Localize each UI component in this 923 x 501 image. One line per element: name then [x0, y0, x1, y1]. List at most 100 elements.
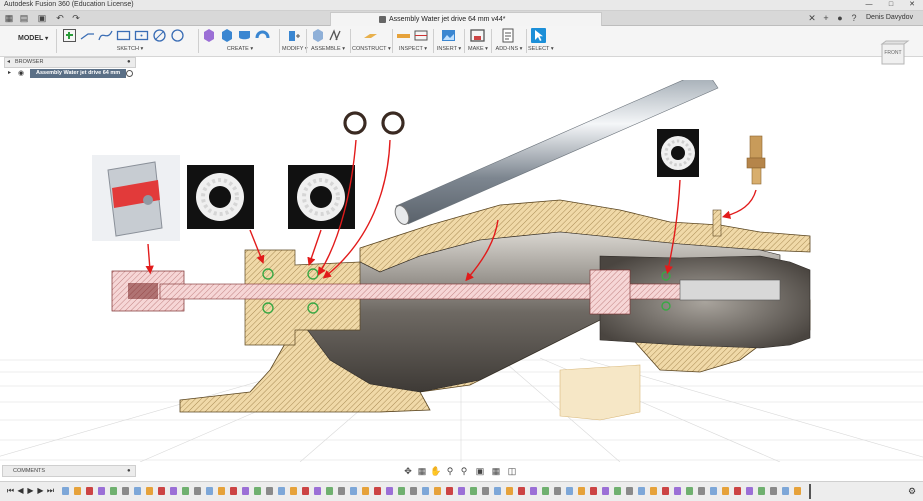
grid-settings-icon[interactable]: ▦	[490, 465, 502, 477]
workspace-switcher[interactable]: MODEL ▾	[18, 35, 48, 42]
pin-icon[interactable]: ●	[127, 58, 131, 67]
file-menu-icon[interactable]: ▤	[18, 12, 30, 24]
timeline-feature-icon[interactable]	[386, 487, 393, 495]
step-forward-icon[interactable]: ▶	[36, 486, 45, 496]
rectangle-icon[interactable]	[116, 28, 131, 43]
timeline-feature-icon[interactable]	[278, 487, 285, 495]
timeline-feature-icon[interactable]	[62, 487, 69, 495]
timeline-feature-icon[interactable]	[446, 487, 453, 495]
make-menu[interactable]: MAKE ▾	[467, 46, 489, 52]
insert-image-icon[interactable]	[441, 28, 456, 43]
line-icon[interactable]	[80, 28, 95, 43]
center-rectangle-icon[interactable]	[134, 28, 149, 43]
look-at-icon[interactable]: ▦	[416, 465, 428, 477]
timeline-feature-icon[interactable]	[134, 487, 141, 495]
timeline-feature-icon[interactable]	[614, 487, 621, 495]
timeline-feature-icon[interactable]	[686, 487, 693, 495]
timeline-feature-icon[interactable]	[290, 487, 297, 495]
timeline-feature-icon[interactable]	[86, 487, 93, 495]
user-name[interactable]: Denis Davydov	[866, 12, 913, 24]
timeline-feature-icon[interactable]	[782, 487, 789, 495]
water-intake-fitting[interactable]	[712, 209, 722, 237]
timeline-feature-icon[interactable]	[710, 487, 717, 495]
timeline-feature-icon[interactable]	[602, 487, 609, 495]
minimize-button[interactable]: —	[860, 0, 878, 10]
timeline-feature-icon[interactable]	[338, 487, 345, 495]
timeline-feature-icon[interactable]	[206, 487, 213, 495]
add-comment-icon[interactable]: ●	[127, 466, 131, 476]
timeline-feature-icon[interactable]	[122, 487, 129, 495]
modify-menu[interactable]: MODIFY ▾	[282, 46, 308, 52]
slot-icon[interactable]	[152, 28, 167, 43]
timeline-feature-icon[interactable]	[410, 487, 417, 495]
expand-arrow-icon[interactable]: ▸	[8, 69, 11, 78]
timeline-feature-icon[interactable]	[566, 487, 573, 495]
new-component-icon[interactable]	[201, 28, 216, 43]
timeline-feature-icon[interactable]	[422, 487, 429, 495]
sweep-icon[interactable]	[255, 28, 270, 43]
browser-header[interactable]: BROWSER ◂ ●	[4, 57, 136, 68]
undo-icon[interactable]: ↶	[54, 12, 66, 24]
activate-radio-icon[interactable]	[126, 70, 133, 77]
zoom-icon[interactable]: ⚲	[444, 465, 456, 477]
add-ins-menu[interactable]: ADD-INS ▾	[494, 46, 524, 52]
comments-panel[interactable]: COMMENTS ●	[2, 465, 136, 477]
timeline-feature-icon[interactable]	[98, 487, 105, 495]
visibility-eye-icon[interactable]: ◉	[18, 69, 24, 78]
document-tab[interactable]: Assembly Water jet drive 64 mm v44*	[330, 12, 602, 26]
timeline-feature-icon[interactable]	[674, 487, 681, 495]
display-settings-icon[interactable]: ▣	[474, 465, 486, 477]
timeline-feature-icon[interactable]	[326, 487, 333, 495]
revolve-icon[interactable]	[237, 28, 252, 43]
timeline-feature-icon[interactable]	[734, 487, 741, 495]
go-to-end-icon[interactable]: ⏭	[46, 486, 55, 496]
timeline-feature-icon[interactable]	[722, 487, 729, 495]
press-pull-icon[interactable]	[286, 28, 301, 43]
extrude-icon[interactable]	[219, 28, 234, 43]
spline-icon[interactable]	[98, 28, 113, 43]
close-button[interactable]: ✕	[903, 0, 921, 10]
pan-icon[interactable]: ✋	[430, 465, 442, 477]
timeline-feature-icon[interactable]	[638, 487, 645, 495]
timeline-feature-icon[interactable]	[74, 487, 81, 495]
timeline-feature-icon[interactable]	[542, 487, 549, 495]
joint-icon[interactable]	[328, 28, 343, 43]
timeline-feature-icon[interactable]	[506, 487, 513, 495]
close-tab-icon[interactable]: ✕	[806, 12, 818, 24]
section-analysis-icon[interactable]	[414, 28, 429, 43]
step-back-icon[interactable]: ◀	[16, 486, 25, 496]
timeline-marker[interactable]	[809, 484, 811, 499]
fit-icon[interactable]: ⚲	[458, 465, 470, 477]
create-menu[interactable]: CREATE ▾	[201, 46, 279, 52]
construct-menu[interactable]: CONSTRUCT ▾	[352, 46, 391, 52]
timeline-feature-icon[interactable]	[578, 487, 585, 495]
assemble-menu[interactable]: ASSEMBLE ▾	[310, 46, 346, 52]
timeline-feature-icon[interactable]	[698, 487, 705, 495]
offset-plane-icon[interactable]	[363, 28, 378, 43]
timeline-settings-icon[interactable]: ⚙	[908, 485, 916, 497]
timeline-feature-icon[interactable]	[470, 487, 477, 495]
timeline-feature-icon[interactable]	[590, 487, 597, 495]
orbit-icon[interactable]: ✥	[402, 465, 414, 477]
select-menu[interactable]: SELECT ▾	[528, 46, 554, 52]
save-icon[interactable]: ▣	[36, 12, 48, 24]
select-arrow-icon[interactable]	[531, 28, 546, 43]
timeline-feature-icon[interactable]	[194, 487, 201, 495]
circle-icon[interactable]	[170, 28, 185, 43]
timeline-feature-icon[interactable]	[182, 487, 189, 495]
timeline-feature-icon[interactable]	[746, 487, 753, 495]
scripts-icon[interactable]	[501, 28, 516, 43]
timeline-feature-icon[interactable]	[146, 487, 153, 495]
timeline-feature-icon[interactable]	[482, 487, 489, 495]
collapse-icon[interactable]: ◂	[7, 58, 10, 67]
timeline-feature-icon[interactable]	[242, 487, 249, 495]
timeline-feature-icon[interactable]	[626, 487, 633, 495]
timeline-feature-icon[interactable]	[794, 487, 801, 495]
timeline-feature-icon[interactable]	[110, 487, 117, 495]
viewports-icon[interactable]: ◫	[506, 465, 518, 477]
inspect-menu[interactable]: INSPECT ▾	[396, 46, 430, 52]
timeline-feature-icon[interactable]	[170, 487, 177, 495]
timeline-feature-icon[interactable]	[518, 487, 525, 495]
timeline-feature-icon[interactable]	[266, 487, 273, 495]
viewcube[interactable]: FRONT	[876, 40, 910, 68]
